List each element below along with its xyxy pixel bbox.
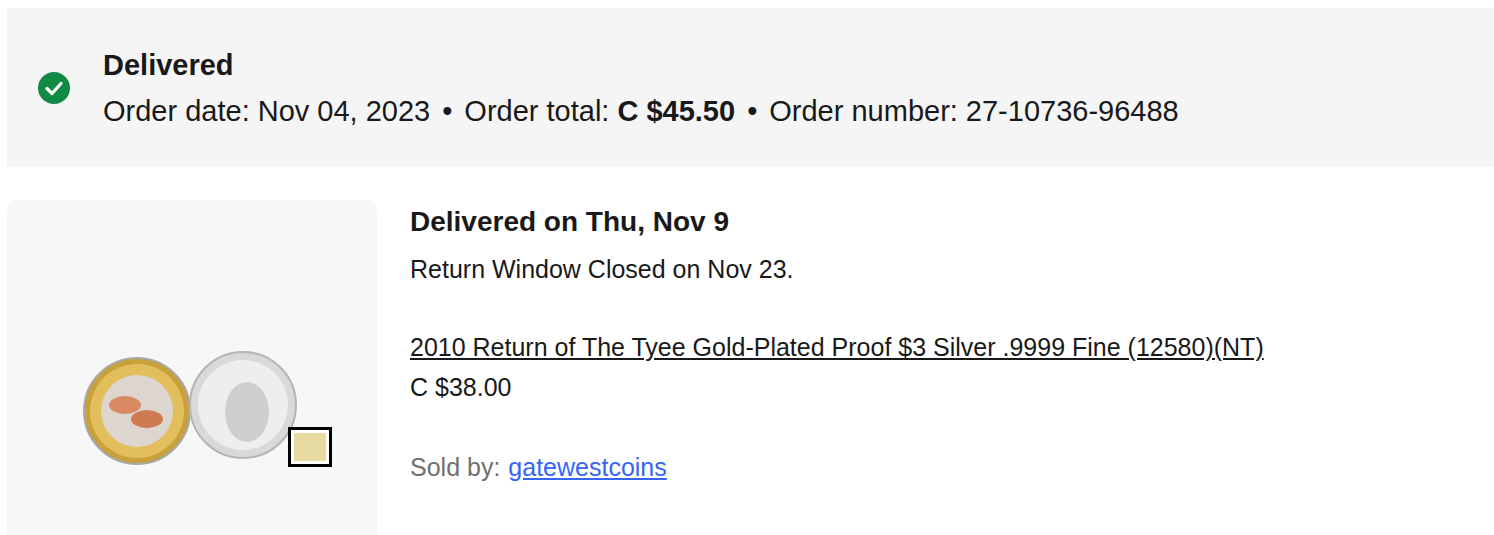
order-summary: Delivered Order date:Nov 04, 2023 • Order t… [103, 42, 1179, 134]
order-header: Delivered Order date:Nov 04, 2023 • Order t… [7, 8, 1494, 167]
separator: • [442, 95, 452, 127]
order-meta: Order date:Nov 04, 2023 • Order total:C $4… [103, 88, 1179, 134]
item-details: Delivered on Thu, Nov 9 Return Window Clo… [410, 200, 1264, 535]
sold-by: Sold by: gatewestcoins [410, 447, 667, 487]
order-date: Nov 04, 2023 [258, 95, 431, 127]
coin-photo-icon [7, 200, 377, 535]
seller-link[interactable]: gatewestcoins [508, 453, 666, 481]
order-total: C $45.50 [617, 95, 735, 127]
item-price: C $38.00 [410, 367, 511, 407]
delivery-date: Delivered on Thu, Nov 9 [410, 200, 729, 244]
sold-by-label: Sold by: [410, 453, 500, 481]
order-number-label: Order number: [769, 95, 958, 127]
order-item: Delivered on Thu, Nov 9 Return Window Clo… [7, 200, 1494, 535]
item-image[interactable] [7, 200, 377, 535]
return-window: Return Window Closed on Nov 23. [410, 249, 794, 289]
separator: • [747, 95, 757, 127]
order-page: Delivered Order date:Nov 04, 2023 • Order t… [0, 0, 1494, 535]
order-total-label: Order total: [464, 95, 609, 127]
order-date-label: Order date: [103, 95, 250, 127]
order-number: 27-10736-96488 [966, 95, 1179, 127]
check-circle-icon [38, 72, 70, 104]
item-title-link[interactable]: 2010 Return of The Tyee Gold-Plated Proo… [410, 327, 1264, 367]
order-status: Delivered [103, 42, 1179, 88]
